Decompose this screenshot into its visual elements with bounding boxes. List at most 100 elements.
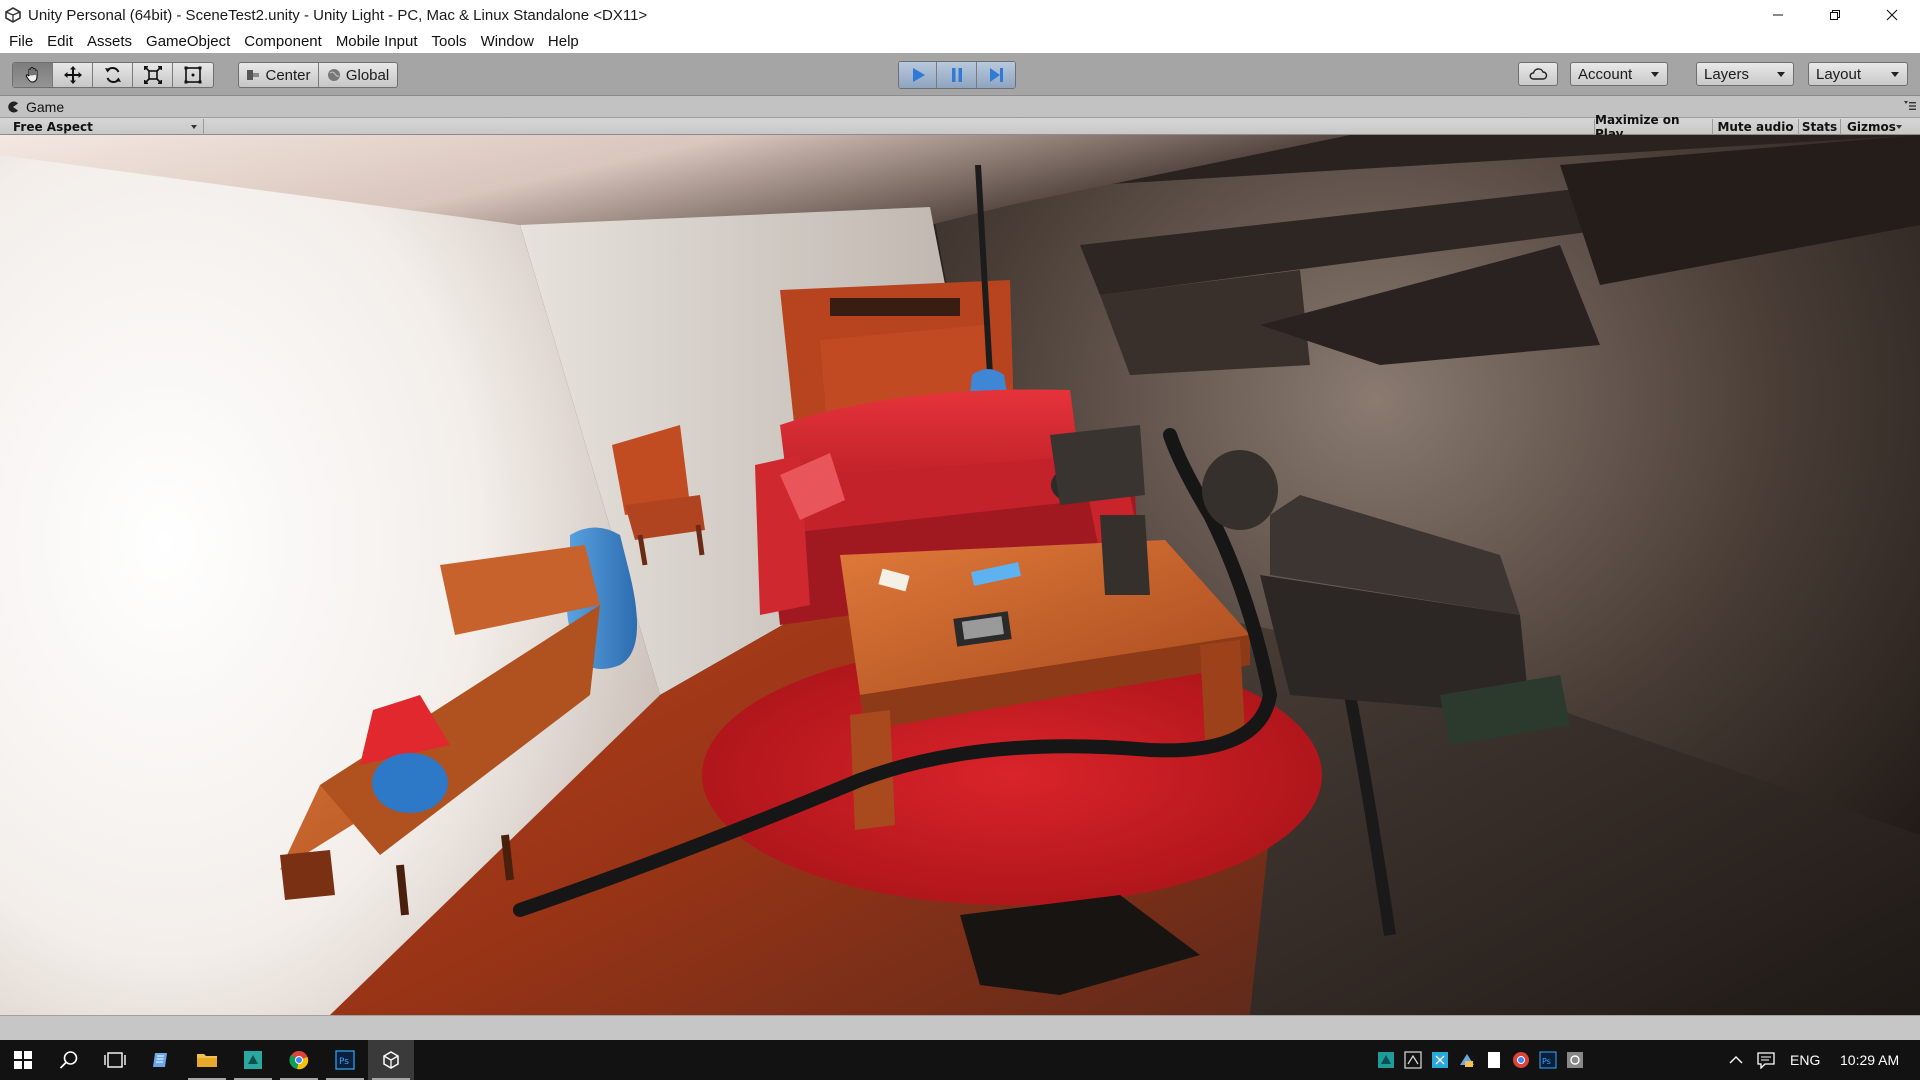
app-tray-icon[interactable] (1376, 1050, 1396, 1070)
rect-tool-button[interactable] (173, 63, 213, 87)
chrome-tray-icon[interactable] (1511, 1050, 1531, 1070)
tab-game-label: Game (26, 99, 65, 115)
unity-icon (383, 1051, 399, 1069)
space-label: Global (345, 66, 390, 84)
minimize-button[interactable] (1749, 0, 1806, 30)
taskbar-app-explorer[interactable] (184, 1040, 230, 1080)
task-view-button[interactable] (92, 1040, 138, 1080)
menu-bar: File Edit Assets GameObject Component Mo… (0, 30, 1920, 53)
mute-audio-toggle[interactable]: Mute audio (1712, 119, 1798, 135)
photoshop-icon: Ps (335, 1050, 355, 1070)
store-app-icon (244, 1051, 262, 1069)
editor-statusbar (0, 1015, 1920, 1040)
show-hidden-icons-button[interactable] (1726, 1050, 1746, 1070)
menu-window[interactable]: Window (474, 30, 541, 53)
space-global-button[interactable]: Global (319, 63, 397, 87)
tray-icon-3[interactable] (1430, 1050, 1450, 1070)
rotate-tool-button[interactable] (93, 63, 133, 87)
svg-text:Ps: Ps (339, 1057, 349, 1067)
tray-icon-4[interactable] (1457, 1050, 1477, 1070)
step-button[interactable] (977, 62, 1015, 88)
stats-label: Stats (1801, 120, 1838, 134)
search-icon (59, 1051, 78, 1069)
rect-icon (184, 66, 202, 84)
aspect-label: Free Aspect (13, 120, 93, 134)
maximize-on-play-toggle[interactable]: Maximize on Play (1594, 113, 1712, 141)
file-explorer-icon (197, 1054, 217, 1067)
menu-tools[interactable]: Tools (425, 30, 474, 53)
action-center-button[interactable] (1756, 1050, 1776, 1070)
pivot-icon (247, 70, 260, 80)
globe-icon (327, 69, 340, 81)
play-icon (912, 68, 925, 82)
taskbar-app-store[interactable] (230, 1040, 276, 1080)
menu-file[interactable]: File (2, 30, 40, 53)
task-view-icon (104, 1052, 126, 1068)
rotate-icon (104, 66, 121, 84)
account-dropdown[interactable]: Account (1570, 62, 1668, 86)
chevron-down-icon (191, 125, 197, 129)
chevron-down-icon (1896, 125, 1902, 129)
tray-icon-2[interactable] (1403, 1050, 1423, 1070)
taskbar-app-unity[interactable] (368, 1040, 414, 1080)
taskbar-app-chrome[interactable] (276, 1040, 322, 1080)
aspect-dropdown[interactable]: Free Aspect (8, 119, 204, 135)
game-viewport[interactable] (0, 135, 1920, 1015)
layers-dropdown[interactable]: Layers (1696, 62, 1794, 86)
pivot-label: Center (265, 66, 311, 84)
account-label: Account (1578, 65, 1633, 83)
move-icon (63, 66, 82, 84)
menu-component[interactable]: Component (237, 30, 329, 53)
pause-icon (951, 68, 962, 82)
hand-tool-button[interactable] (13, 63, 53, 87)
input-language[interactable]: ENG (1790, 1040, 1820, 1080)
pause-button[interactable] (937, 62, 977, 88)
pacman-icon (6, 100, 20, 114)
restore-button[interactable] (1806, 0, 1863, 30)
layers-label: Layers (1704, 65, 1750, 83)
unity-icon (2, 4, 24, 26)
chevron-down-icon (1891, 72, 1899, 77)
chrome-icon (289, 1051, 309, 1070)
layout-label: Layout (1816, 65, 1862, 83)
taskbar-app-photoshop[interactable]: Ps (322, 1040, 368, 1080)
taskbar-app-notepad[interactable] (138, 1040, 184, 1080)
play-button[interactable] (899, 62, 937, 88)
tray-icon-5[interactable] (1484, 1050, 1504, 1070)
system-clock[interactable]: 10:29 AM (1840, 1040, 1899, 1080)
cloud-button[interactable] (1518, 62, 1558, 86)
minimize-icon (1772, 14, 1783, 16)
gizmos-dropdown[interactable]: Gizmos (1840, 119, 1906, 135)
windows-taskbar: Ps Ps ENG 10:29 AM (0, 1040, 1920, 1080)
hand-icon (25, 66, 38, 83)
pivot-center-button[interactable]: Center (239, 63, 319, 87)
pivot-space-toggles: Center Global (238, 62, 398, 88)
close-button[interactable] (1863, 0, 1920, 30)
window-titlebar: Unity Personal (64bit) - SceneTest2.unit… (0, 0, 1920, 30)
restore-icon (1829, 10, 1840, 20)
tray-icon-8[interactable] (1565, 1050, 1585, 1070)
photoshop-tray-icon[interactable]: Ps (1538, 1050, 1558, 1070)
cloud-icon (1529, 68, 1548, 80)
menu-assets[interactable]: Assets (80, 30, 139, 53)
move-tool-button[interactable] (53, 63, 93, 87)
menu-edit[interactable]: Edit (40, 30, 80, 53)
start-button[interactable] (0, 1040, 46, 1080)
layout-dropdown[interactable]: Layout (1808, 62, 1908, 86)
windows-start-icon (14, 1051, 32, 1069)
search-button[interactable] (46, 1040, 92, 1080)
chevron-down-icon (1777, 72, 1785, 77)
stats-toggle[interactable]: Stats (1798, 119, 1840, 135)
menu-mobile-input[interactable]: Mobile Input (329, 30, 425, 53)
scale-tool-button[interactable] (133, 63, 173, 87)
mute-label: Mute audio (1717, 120, 1794, 134)
menu-gameobject[interactable]: GameObject (139, 30, 237, 53)
menu-help[interactable]: Help (541, 30, 586, 53)
scale-icon (143, 66, 162, 84)
panel-menu-icon[interactable] (1902, 101, 1916, 111)
step-icon (990, 68, 1003, 82)
game-scene-render (0, 135, 1920, 1015)
play-controls (898, 61, 1016, 89)
chevron-up-icon (1729, 1056, 1743, 1064)
tab-game[interactable]: Game (6, 97, 64, 117)
